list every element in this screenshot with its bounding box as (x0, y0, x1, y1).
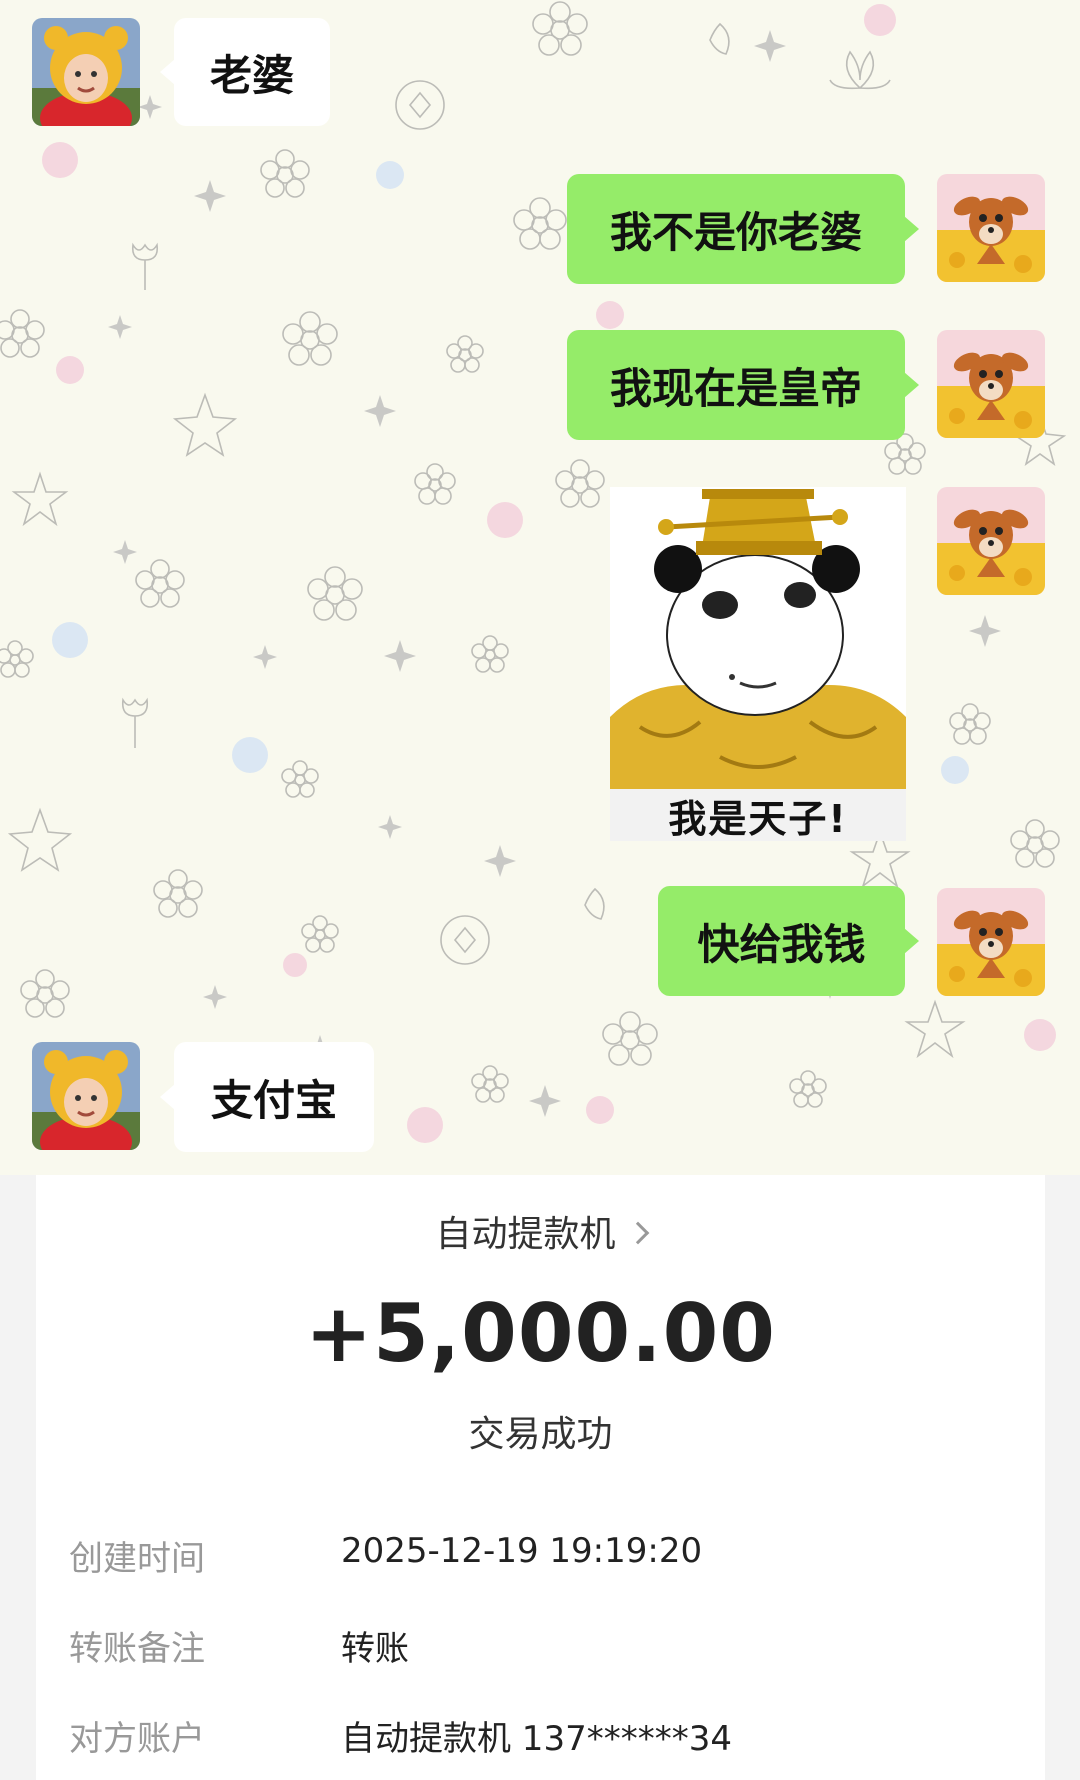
message-bubble[interactable]: 支付宝 (160, 1042, 374, 1152)
detail-label: 对方账户 (69, 1719, 205, 1759)
merchant-link[interactable]: 自动提款机 (36, 1205, 1045, 1257)
contact-avatar[interactable] (32, 1042, 140, 1150)
message-bubble[interactable]: 老婆 (160, 18, 330, 126)
message-bubble[interactable]: 我现在是皇帝 (567, 330, 919, 440)
detail-value: 2025-12-19 19:19:20 (341, 1531, 703, 1571)
transfer-receipt-card: 自动提款机 +5,000.00 交易成功 创建时间 2025-12-19 19:… (36, 1175, 1045, 1780)
message-text: 支付宝 (210, 1075, 337, 1125)
chat-area: 老婆 我不是你老婆 我现在是皇帝 我是天子! 快给我钱 支付宝 (0, 0, 1080, 1175)
message-text: 老婆 (209, 50, 294, 100)
message-text: 快给我钱 (697, 919, 866, 969)
bambi-deer-icon (937, 888, 1045, 996)
bambi-deer-icon (937, 174, 1045, 282)
self-avatar[interactable] (937, 487, 1045, 595)
detail-value: 转账 (341, 1629, 409, 1669)
chevron-right-icon (626, 1221, 649, 1245)
detail-value: 自动提款机 137******34 (341, 1719, 732, 1759)
sticker-caption: 我是天子! (610, 789, 906, 841)
pooh-child-icon (32, 18, 140, 126)
pooh-child-icon (32, 1042, 140, 1150)
self-avatar[interactable] (937, 174, 1045, 282)
message-bubble[interactable]: 我不是你老婆 (567, 174, 919, 284)
transaction-amount: +5,000.00 (305, 1287, 776, 1380)
message-text: 我现在是皇帝 (609, 363, 862, 413)
self-avatar[interactable] (937, 330, 1045, 438)
bambi-deer-icon (937, 330, 1045, 438)
panda-emperor-icon (610, 487, 906, 789)
detail-label: 创建时间 (69, 1539, 205, 1579)
self-avatar[interactable] (937, 888, 1045, 996)
merchant-name: 自动提款机 (435, 1214, 616, 1255)
detail-label: 转账备注 (69, 1629, 205, 1669)
message-bubble[interactable]: 快给我钱 (658, 886, 919, 996)
transaction-status: 交易成功 (468, 1414, 613, 1455)
bambi-deer-icon (937, 487, 1045, 595)
sticker-message[interactable]: 我是天子! (610, 487, 906, 841)
message-text: 我不是你老婆 (609, 207, 862, 257)
contact-avatar[interactable] (32, 18, 140, 126)
flower-wallpaper (0, 1, 1067, 1143)
